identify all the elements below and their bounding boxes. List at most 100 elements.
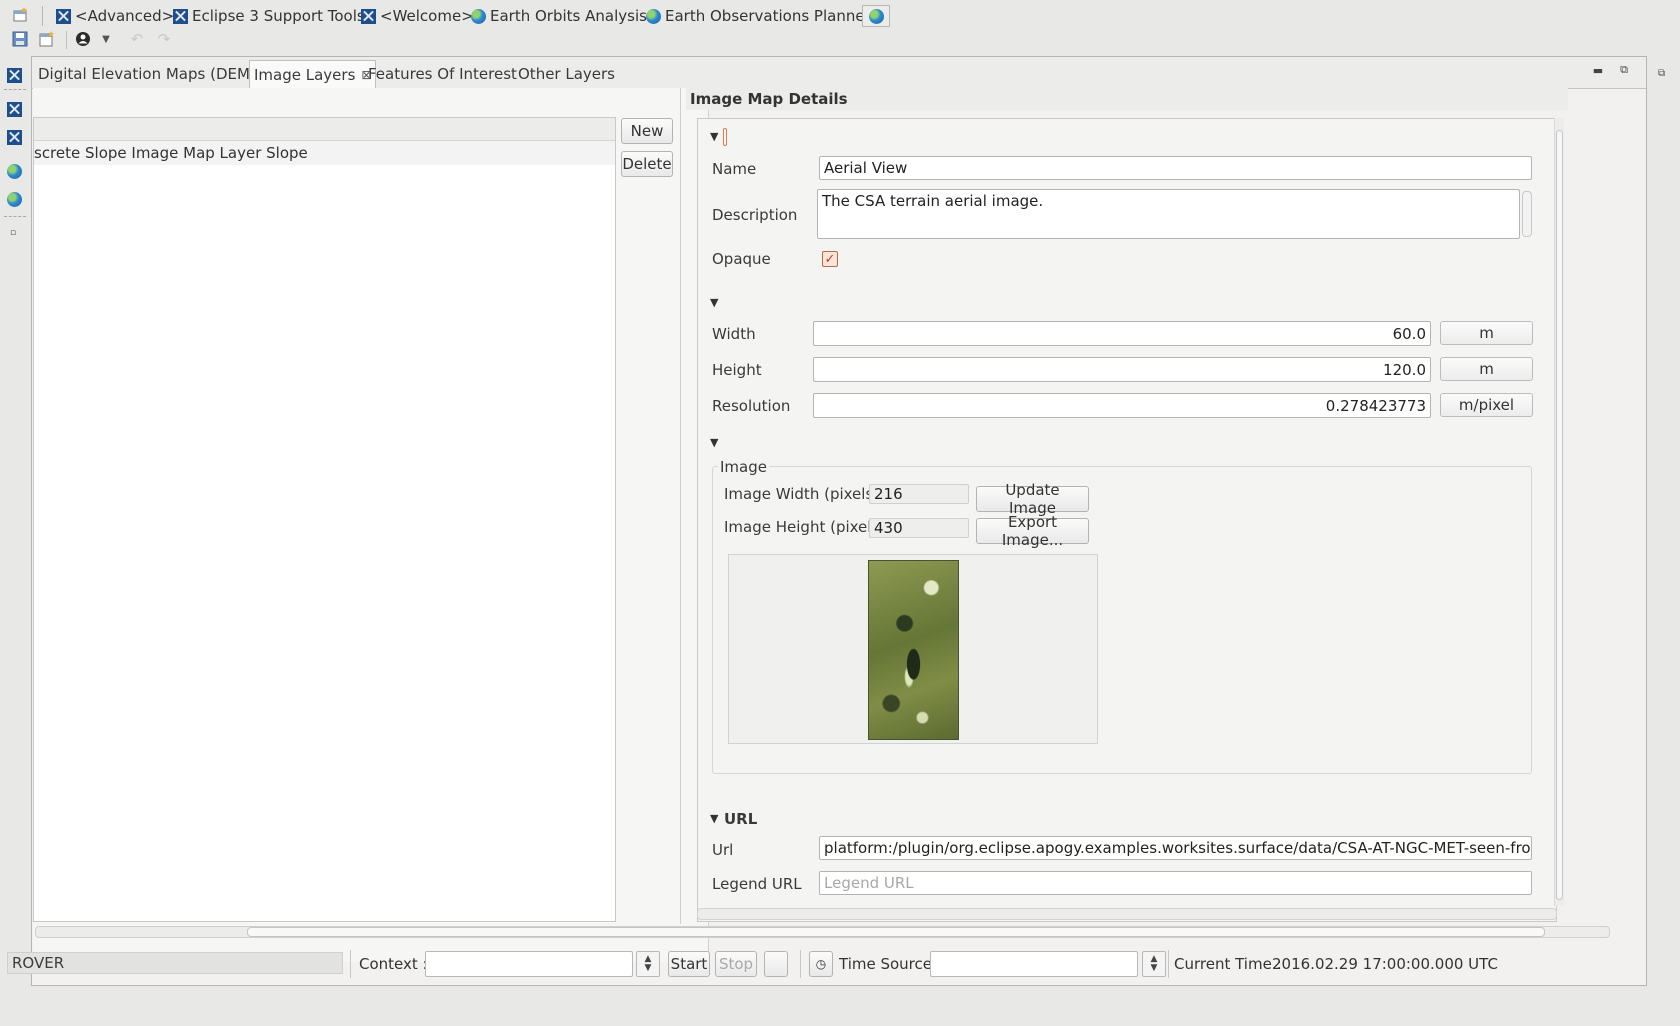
description-scrollbar[interactable] (1522, 191, 1532, 237)
context-spinner[interactable]: ▲ ▼ (636, 951, 660, 977)
separator (4, 216, 26, 217)
blank-button[interactable] (764, 951, 788, 977)
resolution-unit-button[interactable]: m/pixel (1440, 393, 1533, 417)
collapse-triangle-icon[interactable]: ▼ (710, 296, 718, 309)
globe-icon[interactable] (7, 164, 22, 179)
perspective-label: Earth Observations Planner (665, 7, 871, 25)
layer-name: screte Slope Image Map Layer Slope (34, 144, 308, 162)
export-image-button[interactable]: Export Image... (976, 513, 1089, 549)
opaque-checkbox[interactable]: ✓ (822, 251, 838, 267)
restore-icon[interactable]: ⧉ (1658, 68, 1665, 79)
scrollbar-thumb[interactable] (247, 927, 1545, 937)
save-icon[interactable] (11, 30, 29, 48)
width-field[interactable]: 60.0 (813, 321, 1431, 346)
rover-field: ROVER (7, 952, 343, 974)
restore-icon[interactable]: ⧉ (1616, 63, 1632, 77)
description-field[interactable]: The CSA terrain aerial image. (817, 189, 1520, 239)
opaque-label: Opaque (712, 250, 771, 268)
perspective-icon (173, 8, 188, 24)
tab-label: Features Of Interest (368, 65, 517, 83)
separator (800, 950, 801, 978)
height-label: Height (712, 361, 762, 379)
context-field[interactable] (425, 951, 633, 977)
details-title: Image Map Details (686, 88, 1568, 110)
perspective-label: <Welcome> (380, 7, 474, 25)
width-label: Width (712, 325, 756, 343)
globe-icon[interactable] (7, 192, 22, 207)
scrollbar-thumb[interactable] (1556, 130, 1563, 900)
tab-label: Image Layers (254, 66, 356, 84)
cursor-marker-icon (723, 128, 727, 146)
url-section-label: URL (724, 810, 758, 828)
time-source-label: Time Source : (839, 955, 942, 973)
tab-features-of-interest[interactable]: Features Of Interest (364, 60, 521, 88)
name-label: Name (712, 160, 757, 178)
name-field[interactable]: Aerial View (819, 156, 1532, 180)
minimize-icon[interactable]: ▬ (1590, 63, 1606, 77)
perspective-eclipse3-support-tools[interactable]: Eclipse 3 Support Tools (173, 6, 365, 26)
layer-table[interactable]: screte Slope Image Map Layer Slope (33, 117, 616, 922)
current-time-value: 2016.02.29 17:00:00.000 UTC (1272, 955, 1498, 973)
tab-other-layers[interactable]: Other Layers (514, 60, 619, 88)
image-group-label: Image (718, 458, 769, 476)
resolution-label: Resolution (712, 397, 791, 415)
minimized-view-icon[interactable] (7, 68, 22, 83)
save-all-icon[interactable] (38, 30, 56, 48)
url-field[interactable]: platform:/plugin/org.eclipse.apogy.examp… (819, 836, 1532, 860)
globe-icon (868, 8, 884, 24)
separator (1168, 950, 1169, 978)
resolution-field[interactable]: 0.278423773 (813, 393, 1431, 418)
minimized-view-icon[interactable] (7, 130, 22, 145)
separator (42, 6, 43, 26)
perspective-welcome[interactable]: <Welcome> (361, 6, 474, 26)
tab-label: Other Layers (518, 65, 615, 83)
restore-icon[interactable]: ▫ (10, 228, 16, 238)
perspective-label: <Advanced> (75, 7, 175, 25)
tab-dems[interactable]: Digital Elevation Maps (DEMs) (34, 60, 268, 88)
undo-icon[interactable]: ↶ (128, 30, 146, 48)
active-perspective-button[interactable] (862, 5, 890, 27)
redo-icon[interactable]: ↷ (155, 30, 173, 48)
perspective-advanced[interactable]: <Advanced> (56, 6, 174, 26)
rover-label: ROVER (12, 954, 65, 972)
tab-label: Digital Elevation Maps (DEMs) (38, 65, 264, 83)
main-toolbar: ▼ ↶ ↷ (0, 28, 300, 52)
open-perspective-icon[interactable] (12, 6, 32, 26)
collapse-triangle-icon[interactable]: ▼ (710, 812, 718, 825)
start-button[interactable]: Start (668, 951, 710, 977)
details-horizontal-scrollbar[interactable] (697, 908, 1557, 920)
perspective-label: Earth Orbits Analysis (490, 7, 647, 25)
separator (350, 950, 351, 978)
separator (66, 31, 67, 49)
image-height-label: Image Height (pixels): (724, 518, 891, 536)
view-tab-bar: Digital Elevation Maps (DEMs) Image Laye… (32, 57, 1646, 89)
height-field[interactable]: 120.0 (813, 357, 1431, 382)
perspective-icon (361, 8, 376, 24)
user-icon[interactable] (74, 30, 92, 48)
time-source-field[interactable] (930, 951, 1138, 977)
separator (4, 89, 26, 90)
legend-url-field[interactable]: Legend URL (819, 871, 1532, 895)
collapse-triangle-icon[interactable]: ▼ (710, 436, 718, 449)
sash[interactable] (680, 88, 681, 924)
width-unit-button[interactable]: m (1440, 321, 1533, 345)
description-label: Description (712, 206, 798, 224)
context-label: Context : (359, 955, 428, 973)
collapse-triangle-icon[interactable]: ▼ (710, 130, 718, 143)
table-row[interactable]: screte Slope Image Map Layer Slope (34, 141, 615, 165)
height-unit-button[interactable]: m (1440, 357, 1533, 381)
image-width-label: Image Width (pixels): (724, 485, 885, 503)
clock-icon[interactable]: ◷ (809, 951, 833, 977)
time-source-spinner[interactable]: ▲ ▼ (1142, 951, 1166, 977)
perspective-earth-observations-planner[interactable]: Earth Observations Planner (646, 6, 871, 26)
minimized-view-icon[interactable] (7, 102, 22, 117)
delete-button[interactable]: Delete (621, 151, 673, 177)
perspective-earth-orbits-analysis[interactable]: Earth Orbits Analysis (471, 6, 647, 26)
chevron-down-icon[interactable]: ▼ (97, 30, 115, 48)
stop-button[interactable]: Stop (715, 951, 757, 977)
new-button[interactable]: New (621, 118, 673, 144)
tab-image-layers[interactable]: Image Layers ⊠ (249, 60, 377, 89)
current-time-label: Current Time : (1174, 955, 1282, 973)
update-image-button[interactable]: Update Image (976, 481, 1089, 517)
left-trim-stack: ▫ (0, 60, 30, 970)
